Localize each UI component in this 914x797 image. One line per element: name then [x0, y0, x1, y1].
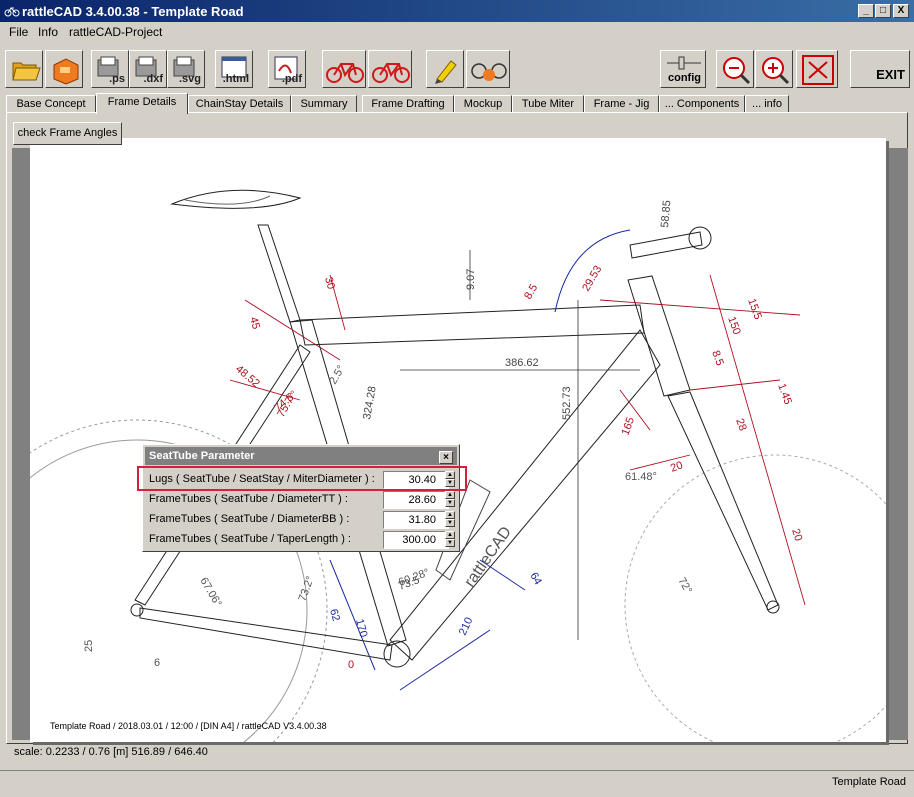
dimension-label: 2.5° [327, 363, 347, 386]
dimension-label: 15.5 [745, 297, 764, 321]
tab-mockup[interactable]: Mockup [454, 95, 512, 113]
pen-icon [435, 60, 457, 84]
spinner[interactable]: ▲ ▼ [445, 511, 455, 527]
dimension-label: 6 [154, 657, 160, 669]
tab-frame-drafting[interactable]: Frame Drafting [362, 95, 454, 113]
export-pdf-button[interactable]: .pdf [268, 50, 306, 88]
check-frame-angles-button[interactable]: check Frame Angles [13, 122, 122, 145]
dimension-label: 20 [669, 459, 685, 474]
dimension-label: 210 [457, 616, 476, 638]
dimension-label: 67.06° [197, 576, 223, 610]
menu-file[interactable]: File [9, 25, 28, 39]
open-icon [12, 62, 41, 81]
save-icon [53, 58, 79, 85]
dialog-close-button[interactable]: × [439, 451, 453, 464]
bike-refresh-button[interactable] [466, 50, 510, 88]
save-button[interactable] [45, 50, 83, 88]
zoom-out-icon [723, 57, 751, 85]
dimension-label: 552.73 [561, 386, 573, 420]
fit-icon [802, 55, 834, 85]
dimension-label: 62 [327, 608, 342, 623]
dimension-label: 8.5 [522, 282, 540, 301]
sheet-footer: Template Road / 2018.03.01 / 12:00 / [DI… [50, 721, 327, 731]
tab-components[interactable]: ... Components [659, 95, 745, 113]
config-button[interactable]: config [660, 50, 706, 88]
slider-icon [667, 56, 701, 70]
dimension-label: 0 [348, 659, 354, 671]
dimension-label: 1.45 [775, 382, 794, 406]
frame-drawing: 386.62 552.73 324.28 58.85 73.5 9.07 15.… [30, 189, 886, 742]
tab-base-concept[interactable]: Base Concept [6, 95, 96, 113]
zoom-out-button[interactable] [716, 50, 754, 88]
close-button[interactable]: X [893, 4, 909, 18]
param-input[interactable]: 300.00 [383, 531, 449, 549]
window-title: rattleCAD 3.4.00.38 - Template Road [22, 4, 244, 19]
bike-view-button[interactable] [322, 50, 366, 88]
dimension-label: 64 [527, 571, 544, 588]
dimension-label: 9.07 [465, 269, 477, 290]
pen-button[interactable] [426, 50, 464, 88]
param-input[interactable]: 31.80 [383, 511, 449, 529]
export-svg-button[interactable]: .svg [167, 50, 205, 88]
dimension-label: 28 [733, 417, 748, 433]
dimension-label: 45 [247, 316, 262, 331]
tab-frame-jig[interactable]: Frame - Jig [584, 95, 659, 113]
dimension-label: 165 [620, 416, 638, 437]
dimension-label: 150 [725, 315, 743, 336]
drawing-sheet[interactable]: 386.62 552.73 324.28 58.85 73.5 9.07 15.… [30, 138, 886, 742]
dimension-label: 30 [322, 276, 337, 291]
bike-red-icon [326, 63, 364, 83]
fit-button[interactable] [796, 50, 838, 88]
tab-info[interactable]: ... info [745, 95, 789, 113]
dimension-label: 20 [789, 527, 804, 542]
dimension-label: 324.28 [361, 385, 379, 420]
title-bar: rattleCAD 3.4.00.38 - Template Road _ □ … [0, 0, 914, 22]
dimension-label: 48.52 [233, 363, 262, 390]
dimension-label: 61.48° [625, 471, 657, 483]
bike-refresh-icon [471, 63, 507, 81]
brand-text: rattleCAD [461, 524, 515, 591]
tab-bar: Base Concept Frame Details ChainStay Det… [6, 93, 906, 114]
toolbar: .ps .dxf .svg .html .pdf config EXIT [0, 44, 914, 92]
spinner[interactable]: ▲ ▼ [445, 531, 455, 547]
param-row: FrameTubes ( SeatTube / TaperLength ) : … [145, 530, 457, 550]
menu-bar: File Info rattleCAD-Project [0, 22, 914, 42]
dimension-label: 72° [675, 576, 694, 596]
dimension-label: 29.53 [580, 264, 604, 294]
tab-frame-details[interactable]: Frame Details [96, 93, 188, 114]
spinner[interactable]: ▲ ▼ [445, 491, 455, 507]
dimension-label: 58.85 [659, 200, 673, 228]
tab-summary[interactable]: Summary [291, 95, 357, 113]
scale-readout: scale: 0.2233 / 0.76 [m] 516.89 / 646.40 [14, 746, 208, 758]
param-row: FrameTubes ( SeatTube / DiameterTT ) : 2… [145, 490, 457, 510]
maximize-button[interactable]: □ [875, 4, 891, 18]
minimize-button[interactable]: _ [858, 4, 874, 18]
export-html-button[interactable]: .html [215, 50, 253, 88]
zoom-in-button[interactable] [755, 50, 793, 88]
menu-info[interactable]: Info [38, 25, 58, 39]
highlight-box [137, 466, 467, 491]
seattube-parameter-dialog: SeatTube Parameter × Lugs ( SeatTube / S… [142, 444, 460, 552]
app-bike-icon [4, 7, 20, 17]
tab-chainstay-details[interactable]: ChainStay Details [188, 95, 291, 113]
status-bar: Template Road [0, 770, 914, 797]
bike-red-2-icon [372, 63, 410, 83]
open-button[interactable] [5, 50, 43, 88]
tab-tube-miter[interactable]: Tube Miter [512, 95, 584, 113]
dimension-label: 73.2° [297, 575, 317, 603]
param-row: FrameTubes ( SeatTube / DiameterBB ) : 3… [145, 510, 457, 530]
status-project-name: Template Road [832, 776, 906, 788]
dimension-label: 386.62 [505, 357, 539, 369]
zoom-in-icon [762, 57, 790, 85]
param-input[interactable]: 28.60 [383, 491, 449, 509]
dimension-label: 8.5 [709, 349, 726, 367]
export-ps-button[interactable]: .ps [91, 50, 129, 88]
dialog-title: SeatTube Parameter × [145, 447, 457, 465]
dimension-label: 25 [83, 640, 95, 652]
bike-view-2-button[interactable] [368, 50, 412, 88]
dimension-label: 170 [353, 618, 369, 639]
exit-button[interactable]: EXIT [850, 50, 910, 88]
export-dxf-button[interactable]: .dxf [129, 50, 167, 88]
menu-rattlecad-project[interactable]: rattleCAD-Project [69, 25, 162, 39]
